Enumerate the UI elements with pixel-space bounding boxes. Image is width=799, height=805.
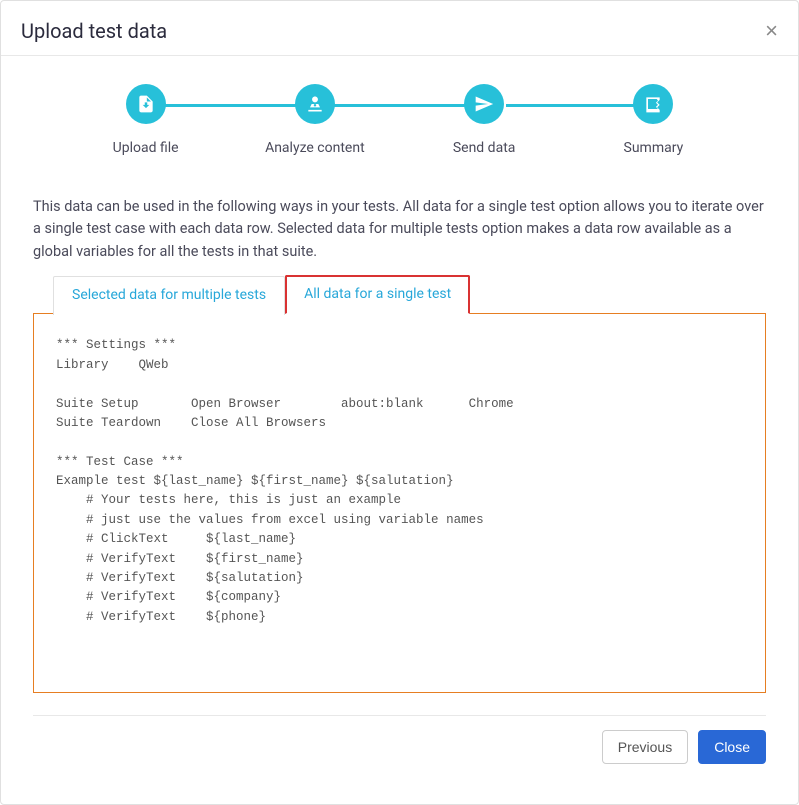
send-data-icon — [464, 84, 504, 124]
progress-stepper: Upload file Analyze content Send data Su… — [1, 56, 798, 174]
tab-all-data-single-test[interactable]: All data for a single test — [285, 275, 470, 314]
upload-file-icon — [126, 84, 166, 124]
step-summary: Summary — [569, 84, 738, 156]
previous-button[interactable]: Previous — [602, 730, 688, 764]
tab-selected-data-multiple-tests[interactable]: Selected data for multiple tests — [53, 276, 285, 315]
modal-header: Upload test data × — [1, 1, 798, 56]
step-send-data: Send data — [400, 84, 569, 156]
code-example-panel: *** Settings *** Library QWeb Suite Setu… — [33, 313, 766, 693]
step-label: Analyze content — [265, 140, 365, 156]
upload-test-data-modal: Upload test data × Upload file Analyze c… — [0, 0, 799, 805]
summary-icon — [633, 84, 673, 124]
modal-footer: Previous Close — [1, 716, 798, 782]
tab-bar: Selected data for multiple tests All dat… — [53, 275, 766, 314]
step-upload-file: Upload file — [61, 84, 230, 156]
description-text: This data can be used in the following w… — [1, 174, 798, 275]
step-label: Send data — [453, 140, 516, 156]
step-label: Summary — [624, 140, 684, 156]
tabs-container: Selected data for multiple tests All dat… — [1, 275, 798, 693]
modal-title: Upload test data — [21, 19, 167, 43]
step-analyze-content: Analyze content — [230, 84, 399, 156]
step-label: Upload file — [113, 140, 179, 156]
close-button[interactable]: Close — [698, 730, 766, 764]
close-icon[interactable]: × — [765, 20, 778, 42]
analyze-content-icon — [295, 84, 335, 124]
